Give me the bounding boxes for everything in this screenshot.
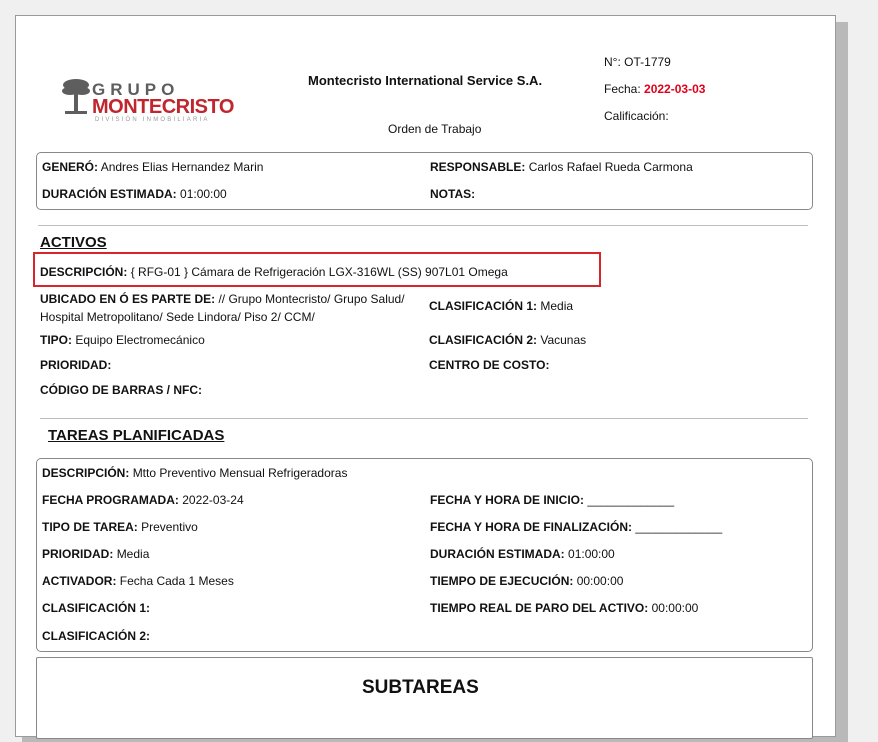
tiempo-paro-field: TIEMPO REAL DE PARO DEL ACTIVO: 00:00:00 xyxy=(430,601,698,615)
activador-value: Fecha Cada 1 Meses xyxy=(119,574,234,588)
activo-descripcion-value: { RFG-01 } Cámara de Refrigeración LGX-3… xyxy=(130,265,508,279)
tarea-clasif2-label: CLASIFICACIÓN 2: xyxy=(42,629,150,643)
activo-clasif1-field: CLASIFICACIÓN 1: Media xyxy=(429,299,573,313)
tarea-prioridad-label: PRIORIDAD: xyxy=(42,547,114,561)
tree-icon xyxy=(62,79,90,114)
tarea-descripcion-label: DESCRIPCIÓN: xyxy=(42,466,130,480)
genero-value: Andres Elias Hernandez Marin xyxy=(100,160,264,174)
activo-clasif2-value: Vacunas xyxy=(540,333,587,347)
ubicado-field: UBICADO EN Ó ES PARTE DE: // Grupo Monte… xyxy=(40,290,405,326)
document-type: Orden de Trabajo xyxy=(388,122,482,136)
genero-field: GENERÓ: Andres Elias Hernandez Marin xyxy=(42,160,263,174)
fecha-inicio-blank: _____________ xyxy=(587,493,675,507)
document-page: GRUPO MONTECRISTO DIVISIÓN INMOBILIARIA … xyxy=(15,15,836,739)
tarea-clasif2-field: CLASIFICACIÓN 2: xyxy=(42,629,150,643)
tarea-duracion-field: DURACIÓN ESTIMADA: 01:00:00 xyxy=(430,547,615,561)
order-date-value: 2022-03-03 xyxy=(644,82,706,96)
activo-prioridad-label: PRIORIDAD: xyxy=(40,358,112,372)
tarea-descripcion-value: Mtto Preventivo Mensual Refrigeradoras xyxy=(132,466,348,480)
divider-1 xyxy=(38,225,808,226)
tiempo-paro-value: 00:00:00 xyxy=(651,601,699,615)
duracion-value: 01:00:00 xyxy=(180,187,227,201)
tipo-tarea-value: Preventivo xyxy=(141,520,198,534)
tarea-prioridad-value: Media xyxy=(116,547,150,561)
company-name: Montecristo International Service S.A. xyxy=(308,73,543,88)
order-number: N°: OT-1779 xyxy=(604,55,671,69)
tareas-box xyxy=(36,458,813,652)
activo-clasif1-label: CLASIFICACIÓN 1: xyxy=(429,299,537,313)
ubicado-value-1: // Grupo Montecristo/ Grupo Salud/ xyxy=(218,292,405,306)
responsable-field: RESPONSABLE: Carlos Rafael Rueda Carmona xyxy=(430,160,693,174)
fecha-programada-label: FECHA PROGRAMADA: xyxy=(42,493,179,507)
order-date: Fecha: 2022-03-03 xyxy=(604,82,705,96)
tiempo-ejecucion-field: TIEMPO DE EJECUCIÓN: 00:00:00 xyxy=(430,574,623,588)
tiempo-ejecucion-label: TIEMPO DE EJECUCIÓN: xyxy=(430,574,574,588)
tarea-descripcion-field: DESCRIPCIÓN: Mtto Preventivo Mensual Ref… xyxy=(42,466,347,480)
activo-clasif2-field: CLASIFICACIÓN 2: Vacunas xyxy=(429,333,586,347)
responsable-label: RESPONSABLE: xyxy=(430,160,526,174)
tipo-tarea-label: TIPO DE TAREA: xyxy=(42,520,138,534)
order-date-label: Fecha: xyxy=(604,82,641,96)
company-logo: GRUPO MONTECRISTO DIVISIÓN INMOBILIARIA xyxy=(61,71,236,131)
codigo-barras-label: CÓDIGO DE BARRAS / NFC: xyxy=(40,383,202,397)
duracion-label: DURACIÓN ESTIMADA: xyxy=(42,187,177,201)
fecha-fin-field: FECHA Y HORA DE FINALIZACIÓN: __________… xyxy=(430,520,722,534)
tarea-prioridad-field: PRIORIDAD: Media xyxy=(42,547,149,561)
tipo-tarea-field: TIPO DE TAREA: Preventivo xyxy=(42,520,198,534)
fecha-programada-field: FECHA PROGRAMADA: 2022-03-24 xyxy=(42,493,244,507)
notas-label: NOTAS: xyxy=(430,187,476,201)
tarea-duracion-value: 01:00:00 xyxy=(568,547,615,561)
order-number-label: N°: xyxy=(604,55,621,69)
duracion-field: DURACIÓN ESTIMADA: 01:00:00 xyxy=(42,187,227,201)
fecha-fin-blank: _____________ xyxy=(635,520,723,534)
activador-field: ACTIVADOR: Fecha Cada 1 Meses xyxy=(42,574,234,588)
logo-montecristo: MONTECRISTO xyxy=(92,96,234,118)
order-number-value: OT-1779 xyxy=(624,55,671,69)
tareas-title: TAREAS PLANIFICADAS xyxy=(48,427,225,444)
tarea-duracion-label: DURACIÓN ESTIMADA: xyxy=(430,547,565,561)
tarea-clasif1-field: CLASIFICACIÓN 1: xyxy=(42,601,150,615)
fecha-inicio-field: FECHA Y HORA DE INICIO: _____________ xyxy=(430,493,674,507)
activo-clasif1-value: Media xyxy=(540,299,574,313)
tiempo-ejecucion-value: 00:00:00 xyxy=(576,574,624,588)
tiempo-paro-label: TIEMPO REAL DE PARO DEL ACTIVO: xyxy=(430,601,649,615)
activo-tipo-field: TIPO: Equipo Electromecánico xyxy=(40,333,205,347)
divider-2 xyxy=(40,418,808,419)
activo-prioridad-field: PRIORIDAD: xyxy=(40,358,111,372)
fecha-programada-value: 2022-03-24 xyxy=(182,493,244,507)
fecha-inicio-label: FECHA Y HORA DE INICIO: xyxy=(430,493,585,507)
codigo-barras-field: CÓDIGO DE BARRAS / NFC: xyxy=(40,383,202,397)
genero-label: GENERÓ: xyxy=(42,160,99,174)
ubicado-label: UBICADO EN Ó ES PARTE DE: xyxy=(40,292,216,306)
activador-label: ACTIVADOR: xyxy=(42,574,117,588)
activo-descripcion-label: DESCRIPCIÓN: xyxy=(40,265,128,279)
activo-clasif2-label: CLASIFICACIÓN 2: xyxy=(429,333,537,347)
activo-descripcion-field: DESCRIPCIÓN: { RFG-01 } Cámara de Refrig… xyxy=(40,265,508,279)
subtareas-title: SUBTAREAS xyxy=(362,677,479,698)
tarea-clasif1-label: CLASIFICACIÓN 1: xyxy=(42,601,150,615)
logo-division: DIVISIÓN INMOBILIARIA xyxy=(95,117,210,123)
activos-title: ACTIVOS xyxy=(40,234,107,251)
centro-costo-field: CENTRO DE COSTO: xyxy=(429,358,549,372)
fecha-fin-label: FECHA Y HORA DE FINALIZACIÓN: xyxy=(430,520,633,534)
responsable-value: Carlos Rafael Rueda Carmona xyxy=(528,160,693,174)
ubicado-value-2: Hospital Metropolitano/ Sede Lindora/ Pi… xyxy=(40,310,315,324)
centro-costo-label: CENTRO DE COSTO: xyxy=(429,358,550,372)
order-rating: Calificación: xyxy=(604,109,669,123)
activo-tipo-value: Equipo Electromecánico xyxy=(75,333,205,347)
notas-field: NOTAS: xyxy=(430,187,475,201)
activo-tipo-label: TIPO: xyxy=(40,333,72,347)
